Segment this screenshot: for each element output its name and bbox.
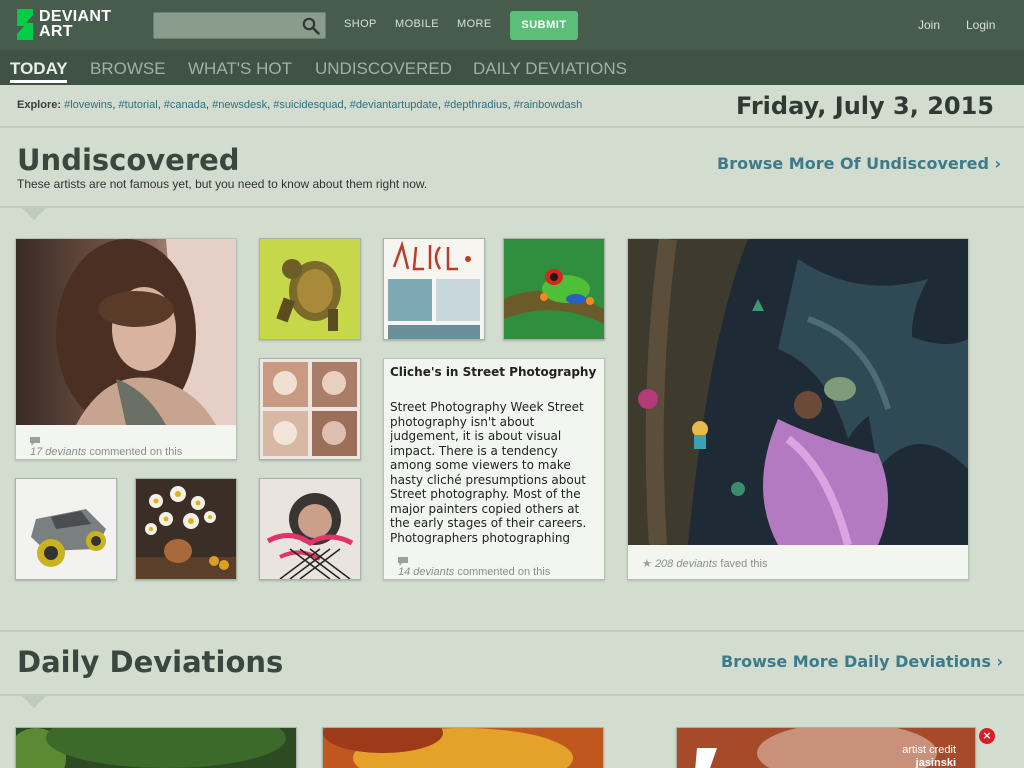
portrait-image [16, 239, 236, 425]
close-icon[interactable]: × [979, 728, 995, 744]
nav-mobile[interactable]: MOBILE [395, 18, 439, 30]
chevron-right-icon: › [996, 652, 1004, 671]
logo-line-2: ART [39, 23, 73, 40]
flowers-image [136, 479, 236, 579]
divider [0, 630, 1024, 632]
star-icon: ★ [642, 558, 652, 570]
section-notch [22, 208, 46, 220]
daily-deviations-title: Daily Deviations [17, 645, 284, 679]
tab-whats-hot[interactable]: WHAT'S HOT [188, 59, 292, 79]
explore-tag[interactable]: #newsdesk [212, 99, 267, 111]
comment-count: 14 deviants [398, 566, 455, 578]
comment-icon [30, 437, 40, 446]
browse-more-undiscovered-label: Browse More Of Undiscovered [717, 154, 989, 173]
chevron-right-icon: › [994, 154, 1002, 173]
deviation-card-featured[interactable]: ★ 208 deviants faved this [627, 238, 969, 580]
daily-deviation-thumb-1[interactable] [15, 727, 297, 768]
nav-shop[interactable]: SHOP [344, 18, 377, 30]
journal-title[interactable]: Cliche's in Street Photography [390, 365, 600, 379]
logo-wordmark: DEVIANT ART [39, 8, 112, 40]
fave-suffix: faved this [717, 558, 768, 570]
undiscovered-subtitle: These artists are not famous yet, but yo… [17, 177, 428, 191]
explore-tag[interactable]: #depthradius [444, 99, 508, 111]
explore-tag[interactable]: #suicidesquad [273, 99, 343, 111]
undiscovered-title: Undiscovered [17, 143, 240, 177]
login-link[interactable]: Login [966, 18, 995, 32]
fave-count: 208 deviants [654, 558, 718, 570]
section-notch [22, 696, 46, 708]
explore-tag[interactable]: #deviantartupdate [350, 99, 438, 111]
explore-tags: Explore: #lovewins, #tutorial, #canada, … [17, 99, 583, 111]
comment-icon [398, 557, 408, 566]
divider [0, 126, 1024, 128]
submit-button[interactable]: SUBMIT [510, 11, 578, 40]
deviation-thumb-comic[interactable] [383, 238, 485, 340]
journal-card-street-photography[interactable]: Cliche's in Street Photography Street Ph… [383, 358, 605, 580]
deviation-thumb-collage[interactable] [259, 358, 361, 460]
divider [0, 694, 1024, 696]
artist-credit-name[interactable]: jasinski [916, 757, 956, 768]
explore-tag[interactable]: #lovewins [64, 99, 112, 111]
comment-count: 17 deviants [30, 446, 87, 458]
portrait-meta: 17 deviants commented on this [30, 437, 182, 458]
deviation-thumb-poster[interactable] [259, 478, 361, 580]
browse-more-undiscovered-link[interactable]: Browse More Of Undiscovered › [717, 154, 1001, 173]
divider [0, 206, 1024, 208]
comment-suffix: commented on this [86, 446, 183, 458]
artist-credit-label: artist credit [902, 744, 956, 756]
collage-image [260, 359, 360, 459]
tab-undiscovered[interactable]: UNDISCOVERED [315, 59, 452, 79]
frog-image [504, 239, 604, 339]
daily-deviation-thumb-2[interactable] [322, 727, 604, 768]
featured-meta: ★ 208 deviants faved this [642, 557, 767, 570]
logo-line-1: DEVIANT [39, 8, 112, 25]
turtle-image [260, 239, 360, 339]
deviation-thumb-frog[interactable] [503, 238, 605, 340]
tab-bar: TODAY BROWSE WHAT'S HOT UNDISCOVERED DAI… [0, 50, 1024, 85]
top-bar: DEVIANT ART SHOP MOBILE MORE SUBMIT Join… [0, 0, 1024, 50]
search-input[interactable] [153, 12, 326, 39]
comic-image [384, 239, 484, 339]
tab-daily-deviations[interactable]: DAILY DEVIATIONS [473, 59, 627, 79]
journal-excerpt: Street Photography Week Street photograp… [390, 400, 587, 544]
deviantart-logo-icon [17, 9, 33, 40]
explore-label: Explore: [17, 99, 62, 111]
active-tab-indicator [10, 80, 67, 83]
nav-more[interactable]: MORE [457, 18, 492, 30]
tab-today[interactable]: TODAY [10, 59, 68, 79]
current-date: Friday, July 3, 2015 [735, 92, 994, 120]
poster-image [260, 479, 360, 579]
journal-meta: 14 deviants commented on this [398, 557, 550, 578]
deviation-thumb-vehicle[interactable] [15, 478, 117, 580]
vehicle-image [16, 479, 116, 579]
explore-tag[interactable]: #canada [164, 99, 206, 111]
deviation-card-portrait[interactable]: 17 deviants commented on this [15, 238, 237, 460]
tab-browse[interactable]: BROWSE [90, 59, 166, 79]
explore-tag[interactable]: #rainbowdash [514, 99, 583, 111]
search-icon[interactable] [302, 17, 320, 35]
deviation-thumb-turtle[interactable] [259, 238, 361, 340]
deviantart-logo[interactable]: DEVIANT ART [13, 9, 133, 41]
daily-deviation-image-2 [323, 728, 603, 768]
comment-suffix: commented on this [454, 566, 551, 578]
browse-more-daily-link[interactable]: Browse More Daily Deviations › [721, 652, 1003, 671]
daily-deviation-image-1 [16, 728, 296, 768]
explore-tag[interactable]: #tutorial [119, 99, 158, 111]
browse-more-daily-label: Browse More Daily Deviations [721, 652, 991, 671]
join-link[interactable]: Join [918, 18, 940, 32]
featured-image [628, 239, 968, 545]
deviation-thumb-flowers[interactable] [135, 478, 237, 580]
